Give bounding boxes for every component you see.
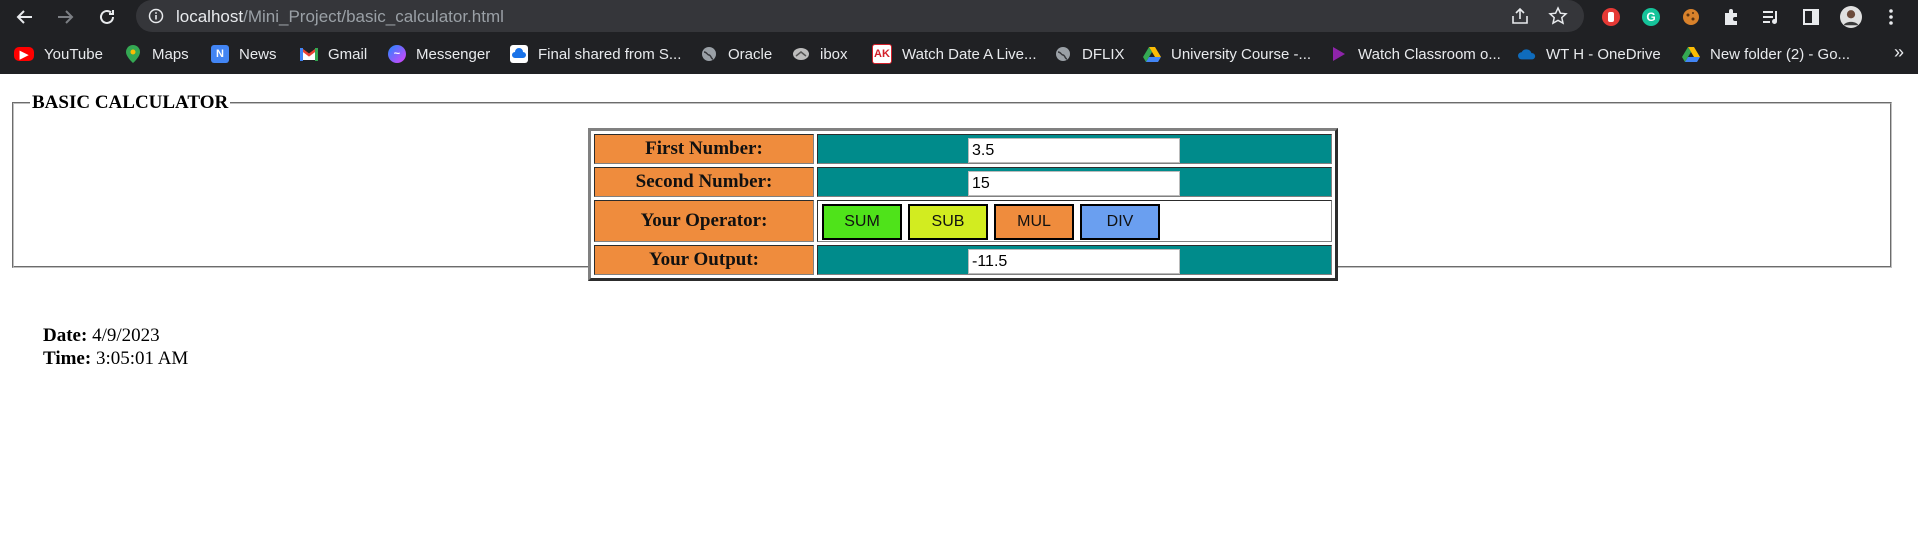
drive-icon [1143, 45, 1161, 63]
output-row: Your Output: [594, 245, 1332, 275]
operator-cell: SUM SUB MUL DIV [817, 200, 1332, 242]
site-info-icon[interactable] [148, 8, 164, 29]
output-cell [817, 245, 1332, 275]
globe-icon [700, 45, 718, 63]
play-icon [1330, 45, 1348, 63]
bookmark-dflix[interactable]: DFLIX [1054, 44, 1125, 64]
onedrive-icon [1518, 45, 1536, 63]
reload-icon [100, 9, 114, 24]
calculator-table: First Number: Second Number: Your Operat… [588, 128, 1338, 281]
bookmark-final-shared[interactable]: Final shared from S... [510, 44, 681, 64]
news-icon: N [211, 45, 229, 63]
datetime-block: Date: 4/9/2023 Time: 3:05:01 AM [43, 324, 188, 370]
bookmark-maps[interactable]: Maps [124, 44, 189, 64]
reload-button[interactable] [96, 6, 118, 28]
url-text: localhost/Mini_Project/basic_calculator.… [176, 7, 504, 26]
cookie-icon[interactable] [1680, 6, 1702, 28]
extensions-puzzle-icon[interactable] [1720, 6, 1742, 28]
share-icon[interactable] [1510, 6, 1530, 31]
bookmarks-bar: ▶ YouTube Maps N News Gmail ~ Messenger … [0, 34, 1918, 74]
div-button[interactable]: DIV [1080, 204, 1160, 240]
chrome-menu-icon[interactable] [1880, 6, 1902, 28]
second-number-input[interactable] [968, 171, 1180, 196]
date-value: 4/9/2023 [92, 325, 160, 346]
mul-button[interactable]: MUL [994, 204, 1074, 240]
forward-button[interactable] [54, 6, 76, 28]
first-number-label: First Number: [594, 134, 814, 164]
bookmark-gmail[interactable]: Gmail [300, 44, 367, 64]
operator-label: Your Operator: [594, 200, 814, 242]
svg-text:G: G [1646, 10, 1655, 24]
address-bar[interactable]: localhost/Mini_Project/basic_calculator.… [136, 0, 1584, 32]
operator-row: Your Operator: SUM SUB MUL DIV [594, 200, 1332, 242]
forward-arrow-icon [58, 10, 74, 24]
ak-icon: AK [872, 44, 892, 64]
first-number-cell [817, 134, 1332, 164]
page-content: BASIC CALCULATOR First Number: Second Nu… [0, 74, 1918, 535]
calculator-legend: BASIC CALCULATOR [32, 92, 229, 113]
browser-toolbar: localhost/Mini_Project/basic_calculator.… [0, 0, 1918, 34]
first-number-input[interactable] [968, 138, 1180, 163]
output-field[interactable] [968, 249, 1180, 274]
second-number-row: Second Number: [594, 167, 1332, 197]
youtube-icon: ▶ [14, 47, 34, 61]
ibox-icon [792, 45, 810, 63]
drive-icon [1682, 45, 1700, 63]
second-number-label: Second Number: [594, 167, 814, 197]
back-button[interactable] [14, 6, 36, 28]
bookmark-university-course[interactable]: University Course -... [1143, 44, 1311, 64]
side-panel-icon[interactable] [1800, 6, 1822, 28]
cloud-upload-icon [510, 45, 528, 63]
calculator-fieldset: BASIC CALCULATOR First Number: Second Nu… [12, 92, 1892, 369]
bookmark-oracle[interactable]: Oracle [700, 44, 772, 64]
time-line: Time: 3:05:01 AM [43, 347, 188, 370]
date-line: Date: 4/9/2023 [43, 324, 188, 347]
gmail-icon [300, 45, 318, 63]
bookmark-news[interactable]: N News [211, 44, 277, 64]
bookmarks-overflow-button[interactable]: » [1894, 42, 1904, 63]
bookmark-messenger[interactable]: ~ Messenger [388, 44, 490, 64]
media-queue-icon[interactable] [1760, 6, 1782, 28]
grammarly-icon[interactable]: G [1640, 6, 1662, 28]
first-number-row: First Number: [594, 134, 1332, 164]
bookmark-new-folder[interactable]: New folder (2) - Go... [1682, 44, 1850, 64]
messenger-icon: ~ [388, 45, 406, 63]
back-arrow-icon [16, 10, 32, 24]
date-label: Date: [43, 325, 88, 346]
bookmark-youtube[interactable]: ▶ YouTube [14, 44, 103, 64]
extension-red-hand-icon[interactable] [1600, 6, 1622, 28]
globe-icon [1054, 45, 1072, 63]
bookmark-watch-classroom[interactable]: Watch Classroom o... [1330, 44, 1501, 64]
second-number-cell [817, 167, 1332, 197]
bookmark-onedrive[interactable]: WT H - OneDrive [1518, 44, 1661, 64]
output-label: Your Output: [594, 245, 814, 275]
time-value: 3:05:01 AM [95, 348, 189, 369]
bookmark-ibox[interactable]: ibox [792, 44, 848, 64]
profile-avatar[interactable] [1840, 6, 1862, 28]
sub-button[interactable]: SUB [908, 204, 988, 240]
time-label: Time: [43, 348, 92, 369]
bookmark-star-icon[interactable] [1548, 6, 1568, 31]
sum-button[interactable]: SUM [822, 204, 902, 240]
maps-icon [124, 45, 142, 63]
bookmark-watch-date-a-live[interactable]: AK Watch Date A Live... [872, 44, 1037, 64]
